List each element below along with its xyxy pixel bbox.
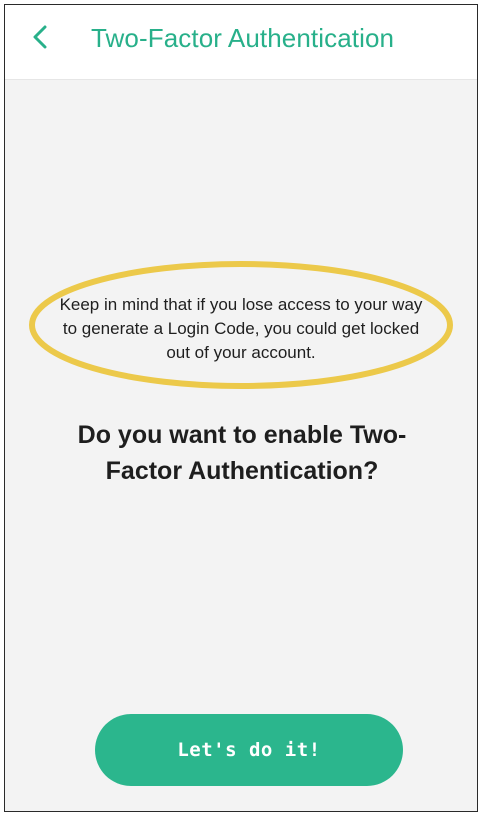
lets-do-it-button[interactable]: Let's do it! [95, 714, 403, 786]
header-bar: Two-Factor Authentication [5, 5, 477, 80]
question-heading: Do you want to enable Two-Factor Authent… [77, 421, 407, 485]
notice-text: Keep in mind that if you lose access to … [59, 295, 423, 362]
back-button[interactable] [25, 19, 55, 55]
chevron-left-icon [33, 25, 47, 49]
app-screen: Two-Factor Authentication Keep in mind t… [4, 4, 478, 812]
page-title: Two-Factor Authentication [91, 23, 395, 53]
notice-callout: Keep in mind that if you lose access to … [27, 259, 455, 391]
